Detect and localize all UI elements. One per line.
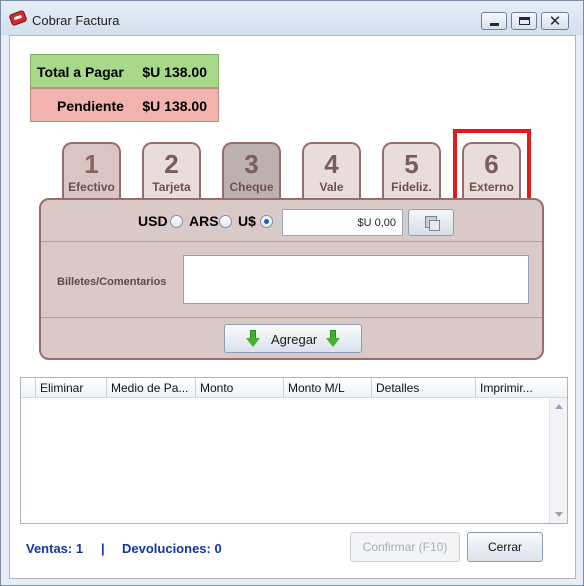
column-header-medio-de-pago[interactable]: Medio de Pa...: [106, 378, 195, 398]
window-title: Cobrar Factura: [32, 13, 120, 28]
payments-grid[interactable]: Eliminar Medio de Pa... Monto Monto M/L …: [20, 377, 568, 524]
calculator-button[interactable]: [408, 209, 454, 236]
currency-uyu-radio[interactable]: [260, 215, 273, 228]
confirm-button[interactable]: Confirmar (F10): [350, 532, 460, 562]
column-header-imprimir[interactable]: Imprimir...: [475, 378, 549, 398]
cobrar-factura-window: Cobrar Factura ✕ Total a Pagar $U 138.00…: [0, 0, 584, 586]
column-header-detalles[interactable]: Detalles: [371, 378, 475, 398]
tab-vale[interactable]: 4 Vale: [302, 142, 361, 200]
payment-panel: USD ARS U$ $U 0,00 Billetes/Comentarios …: [39, 198, 544, 360]
pending-box: Pendiente $U 138.00: [30, 88, 219, 122]
pending-label: Pendiente: [57, 98, 124, 114]
tab-label: Cheque: [229, 180, 274, 194]
tab-number: 3: [244, 149, 259, 179]
maximize-button[interactable]: [511, 12, 537, 30]
currency-uyu-label: U$: [238, 213, 256, 229]
currency-usd-radio[interactable]: [170, 215, 183, 228]
grid-vertical-scrollbar[interactable]: [549, 398, 567, 523]
pending-amount: $U 138.00: [142, 98, 207, 114]
close-icon: ✕: [548, 12, 562, 30]
scroll-down-icon[interactable]: [555, 512, 563, 517]
tab-number: 1: [84, 149, 99, 179]
currency-usd-label: USD: [138, 213, 168, 229]
returns-count: Devoluciones: 0: [122, 541, 222, 556]
tab-fidelizacion[interactable]: 5 Fideliz.: [382, 142, 441, 200]
tab-number: 5: [404, 149, 419, 179]
maximize-icon: [519, 17, 530, 25]
comments-label: Billetes/Comentarios: [57, 276, 167, 288]
column-header-monto[interactable]: Monto: [195, 378, 283, 398]
minimize-button[interactable]: [481, 12, 507, 30]
dialog-content: Total a Pagar $U 138.00 Pendiente $U 138…: [9, 35, 576, 579]
tab-cheque[interactable]: 3 Cheque: [222, 142, 281, 200]
tab-label: Vale: [319, 180, 344, 194]
invoice-tag-icon: [8, 9, 28, 27]
add-button-label: Agregar: [271, 332, 318, 347]
column-header-eliminar[interactable]: Eliminar: [35, 378, 106, 398]
footer-separator: |: [101, 541, 105, 556]
currency-ars-radio[interactable]: [219, 215, 232, 228]
total-amount: $U 138.00: [142, 64, 207, 80]
minimize-icon: [490, 23, 499, 26]
tab-label: Fideliz.: [391, 180, 432, 194]
add-payment-button[interactable]: Agregar: [224, 324, 362, 353]
panel-divider: [41, 241, 542, 242]
tab-number: 2: [164, 149, 179, 179]
total-to-pay-box: Total a Pagar $U 138.00: [30, 54, 219, 88]
highlight-frame: [453, 129, 531, 209]
tab-label: Efectivo: [68, 180, 115, 194]
tab-label: Tarjeta: [152, 180, 191, 194]
sales-count: Ventas: 1: [26, 541, 84, 556]
total-label: Total a Pagar: [37, 64, 124, 80]
scroll-up-icon[interactable]: [555, 404, 563, 409]
calculator-icon: [425, 216, 440, 231]
grid-header: Eliminar Medio de Pa... Monto Monto M/L …: [21, 378, 567, 398]
currency-ars-label: ARS: [189, 213, 219, 229]
green-down-arrow-icon: [246, 330, 260, 347]
amount-input[interactable]: $U 0,00: [282, 209, 403, 236]
tab-efectivo[interactable]: 1 Efectivo: [62, 142, 121, 200]
column-header-monto-ml[interactable]: Monto M/L: [283, 378, 371, 398]
green-down-arrow-icon: [326, 330, 340, 347]
comments-field[interactable]: [183, 255, 529, 304]
title-bar[interactable]: Cobrar Factura ✕: [1, 1, 583, 35]
tab-tarjeta[interactable]: 2 Tarjeta: [142, 142, 201, 200]
close-button[interactable]: Cerrar: [467, 532, 543, 562]
tab-number: 4: [324, 149, 339, 179]
panel-divider: [41, 317, 542, 318]
close-window-button[interactable]: ✕: [541, 12, 569, 30]
